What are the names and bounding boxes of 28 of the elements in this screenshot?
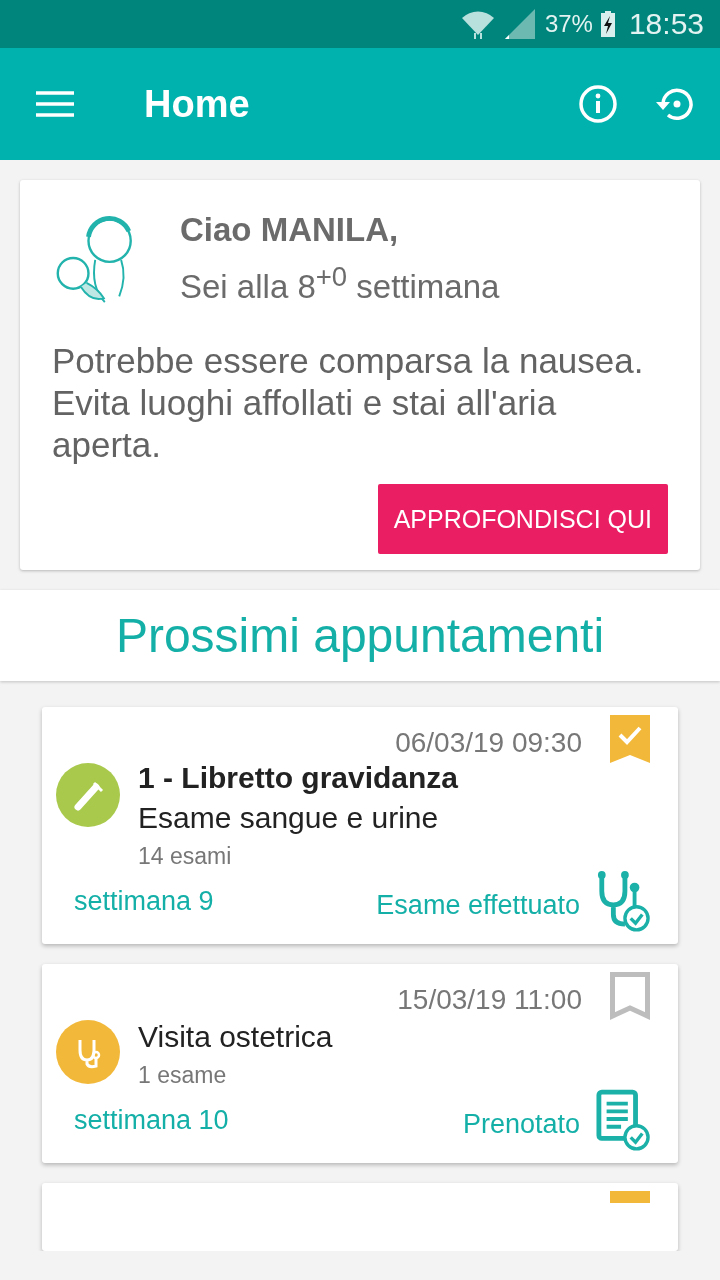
tip-text: Potrebbe essere comparsa la nausea. Evita luoghi affollati e stai all'aria aperta. [52, 340, 645, 466]
week-label: settimana 9 [74, 885, 214, 917]
appointment-card[interactable]: 15/03/19 11:00 Visita ostetrica 1 esame settimana 10 Prenotato [42, 964, 678, 1163]
greeting-text: Ciao MANILA, [180, 210, 400, 249]
week-label: settimana 10 [74, 1104, 229, 1136]
clock: 18:53 [628, 7, 704, 41]
screen-title: Home [144, 82, 250, 126]
appointment-date: 15/03/19 11:00 [397, 984, 582, 1016]
menu-button[interactable] [36, 90, 74, 118]
bookmark-check-icon[interactable] [610, 715, 650, 763]
appointment-status: Prenotato [462, 1108, 580, 1140]
learn-more-button[interactable]: APPROFONDISCI QUI [377, 484, 668, 554]
appointment-title: Esame sangue e urine [138, 801, 440, 835]
appointment-category: 1 - Libretto gravidanza [138, 761, 459, 795]
pregnancy-week-text: Sei alla 8$^{+0}$ settimana [180, 260, 500, 306]
appointment-card[interactable]: 06/03/19 09:30 1 - Libretto gravidanza Esame sangue e urine 14 esami settimana 9 Esame effettuato [42, 707, 678, 944]
section-title: Prossimi appuntamenti [115, 608, 605, 663]
exam-count: 1 esame [138, 1062, 228, 1089]
appointment-title: Visita ostetrica [138, 1020, 333, 1054]
bookmark-check-icon[interactable] [610, 1191, 650, 1203]
bookmark-icon[interactable] [610, 972, 650, 1020]
appointment-card[interactable] [42, 1183, 678, 1251]
battery-percent: 37% [544, 10, 593, 38]
appointment-status: Esame effettuato [376, 889, 580, 921]
battery-icon [600, 11, 615, 37]
exam-count: 14 esami [138, 843, 233, 870]
info-button[interactable] [578, 84, 618, 124]
appointment-date: 06/03/19 09:30 [395, 727, 582, 759]
